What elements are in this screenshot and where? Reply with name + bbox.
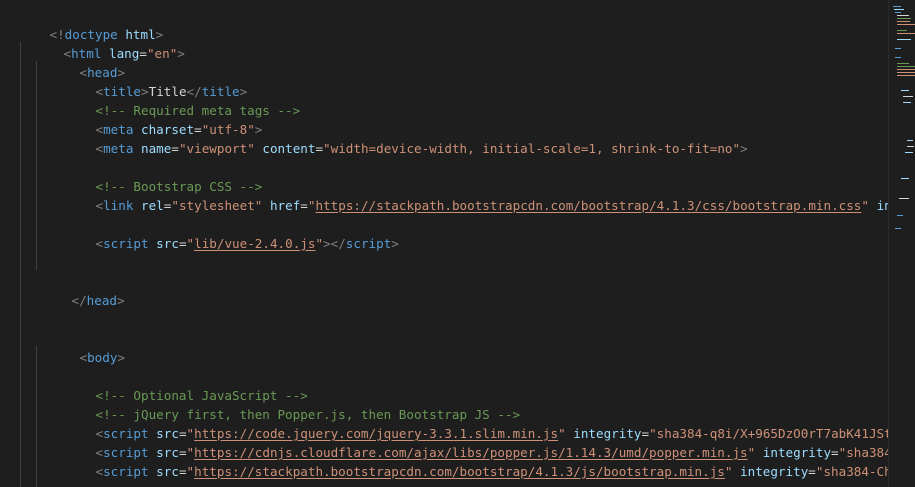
equals: =	[171, 141, 179, 156]
punctuation: <	[95, 141, 104, 156]
attribute-value: "en"	[146, 46, 178, 61]
code-line-24: <script src="https://stackpath.bootstrap…	[50, 443, 889, 479]
quote: "	[861, 198, 869, 213]
equals: =	[178, 236, 187, 251]
minimap-line	[897, 33, 915, 34]
tag-name: meta	[103, 141, 134, 156]
minimap-line	[901, 90, 909, 91]
punctuation: <	[95, 236, 104, 251]
tag-name: script	[103, 236, 149, 251]
minimap[interactable]	[888, 0, 915, 487]
minimap-line	[901, 178, 909, 179]
code-line-1: <!doctype html>	[4, 6, 164, 42]
punctuation: >	[117, 350, 126, 365]
minimap-line	[897, 63, 909, 64]
equals: =	[300, 198, 308, 213]
attribute-name: integri	[876, 198, 888, 213]
minimap-line	[893, 6, 901, 7]
attribute-name: integrity	[732, 464, 809, 479]
minimap-line	[897, 30, 907, 31]
attribute-name: src	[148, 236, 179, 251]
minimap-line	[897, 69, 915, 70]
minimap-line	[905, 152, 913, 153]
minimap-line	[897, 24, 915, 25]
url-link[interactable]: lib/vue-2.4.0.js	[194, 236, 315, 251]
minimap-line	[897, 215, 903, 216]
code-line-4: <title>Title</title>	[50, 63, 248, 99]
code-line-12: <script src="lib/vue-2.4.0.js"></script>	[50, 215, 399, 251]
code-line-3: <head>	[34, 44, 126, 80]
quote: "	[186, 236, 195, 251]
tag-name: script	[103, 464, 149, 479]
equals: =	[139, 46, 147, 61]
punctuation: <	[95, 464, 104, 479]
code-line-20: <!-- Optional JavaScript -->	[50, 367, 308, 403]
attribute-value: "width=device-width, initial-scale=1, sh…	[323, 141, 741, 156]
code-line-22: <script src="https://code.jquery.com/jqu…	[50, 405, 889, 441]
code-line-15: </head>	[26, 272, 125, 308]
minimap-line	[897, 39, 911, 40]
quote: "	[186, 464, 195, 479]
tag-name: body	[87, 350, 118, 365]
equals: =	[315, 141, 324, 156]
minimap-line	[903, 96, 913, 97]
code-area[interactable]: <!doctype html> <html lang="en"> <head> …	[0, 0, 888, 487]
minimap-line	[897, 15, 909, 16]
code-line-18: <body>	[34, 329, 126, 365]
minimap-line	[897, 75, 915, 76]
punctuation: >	[177, 46, 185, 61]
minimap-line	[895, 228, 901, 229]
minimap-line	[907, 140, 913, 141]
code-line-2: <html lang="en">	[18, 25, 185, 61]
attribute-name: name	[133, 141, 172, 156]
tag-name: head	[86, 293, 118, 308]
code-line-21: <!-- jQuery first, then Popper.js, then …	[50, 386, 521, 422]
punctuation: >	[740, 141, 748, 156]
punctuation: >	[391, 236, 399, 251]
minimap-line	[894, 9, 904, 10]
punctuation: </	[71, 293, 87, 308]
indent-guide	[20, 42, 21, 487]
attribute-value: "sha384-Chfqqxu	[815, 464, 888, 479]
tag-name: script	[345, 236, 392, 251]
minimap-line	[903, 102, 911, 103]
minimap-line	[899, 198, 909, 199]
punctuation: ></	[323, 236, 346, 251]
attribute-name: rel	[133, 198, 164, 213]
minimap-line	[897, 21, 910, 22]
equals: =	[178, 464, 187, 479]
attribute-name: href	[262, 198, 301, 213]
code-line-9: <!-- Bootstrap CSS -->	[50, 158, 263, 194]
equals: =	[808, 464, 816, 479]
attribute-value: "viewport"	[178, 141, 255, 156]
code-line-6: <meta charset="utf-8">	[50, 101, 263, 137]
minimap-line	[907, 146, 914, 147]
code-editor[interactable]: <!doctype html> <html lang="en"> <head> …	[0, 0, 915, 487]
attribute-name: content	[254, 141, 316, 156]
minimap-line	[897, 66, 915, 67]
minimap-line	[895, 48, 901, 49]
attribute-name: src	[148, 464, 179, 479]
url-link[interactable]: https://stackpath.bootstrapcdn.com/boots…	[315, 198, 861, 213]
minimap-line	[897, 72, 915, 73]
quote: "	[315, 236, 324, 251]
minimap-line	[895, 12, 901, 13]
url-link[interactable]: https://stackpath.bootstrapcdn.com/boots…	[194, 464, 725, 479]
punctuation: <	[79, 350, 88, 365]
punctuation: <	[95, 198, 104, 213]
punctuation: >	[117, 293, 125, 308]
minimap-line	[895, 57, 901, 58]
minimap-line	[897, 18, 911, 19]
code-line-7: <meta name="viewport" content="width=dev…	[50, 120, 748, 156]
code-line-10: <link rel="stylesheet" href="https://sta…	[50, 177, 889, 213]
attribute-value: "stylesheet"	[171, 198, 263, 213]
tag-name: link	[103, 198, 134, 213]
code-line-5: <!-- Required meta tags -->	[50, 82, 301, 118]
code-line-23: <script src="https://cdnjs.cloudflare.co…	[50, 424, 889, 460]
